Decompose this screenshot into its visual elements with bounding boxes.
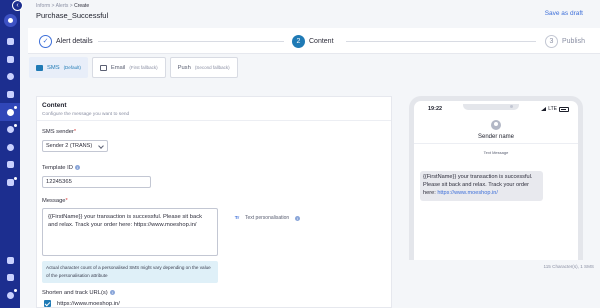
content-subtitle: Configure the message you want to send (42, 112, 130, 117)
sender-avatar-icon (491, 120, 501, 130)
page-title: Purchase_Successful (36, 11, 109, 20)
save-as-draft-button[interactable]: Save as draft (545, 10, 583, 17)
divider (37, 120, 391, 121)
message-type: Text Message (483, 150, 509, 155)
template-id-input[interactable]: 12245365 (42, 176, 151, 188)
text-personalisation-button[interactable]: Tr Text personalisation i (233, 214, 301, 222)
sidebar-collapse-icon[interactable]: ‹ (12, 0, 23, 11)
segment-icon[interactable] (0, 68, 20, 86)
tab-note: (Default) (63, 65, 81, 70)
step-number: 2 (292, 34, 305, 48)
tab-label: Email (110, 64, 126, 71)
message-label-text: Message (42, 198, 66, 204)
tab-note: (First fallback) (129, 65, 158, 70)
message-bubble: {{FirstName}} your transaction is succes… (420, 171, 543, 201)
shorten-track-label-text: Shorten and track URL(s) (42, 290, 108, 297)
integrations-icon[interactable] (0, 251, 20, 269)
signal-icon (541, 107, 547, 111)
sms-sender-label-text: SMS sender (42, 129, 74, 135)
track-url-row: https://www.moeshop.in/ (44, 300, 120, 307)
step-publish[interactable]: 3 Publish (545, 28, 585, 54)
sidebar (0, 0, 20, 308)
step-content[interactable]: 2 Content (292, 28, 334, 54)
breadcrumb: Inform > Alerts > Create (36, 3, 90, 9)
template-id-label: Template ID i (42, 165, 80, 171)
template-id-label-text: Template ID (42, 165, 73, 172)
sender-name: Sender name (477, 134, 515, 140)
character-count: 115 Character(s), 1 SMS (543, 264, 594, 269)
message-label: Message* (42, 198, 68, 204)
tab-sms[interactable]: SMS (Default) (29, 57, 88, 78)
sms-sender-select[interactable]: Sender 2 (TRANS) (42, 140, 108, 152)
step-alert-details[interactable]: ✓ Alert details (39, 28, 93, 54)
tab-email[interactable]: Email (First fallback) (91, 57, 166, 78)
sms-sender-label: SMS sender* (42, 129, 77, 135)
battery-icon (559, 106, 569, 112)
content-title: Content (42, 102, 67, 109)
step-label: Publish (562, 37, 585, 45)
app-logo[interactable] (3, 14, 17, 27)
check-icon: ✓ (39, 34, 52, 48)
phone-time: 19:22 (428, 106, 443, 112)
step-label: Alert details (56, 37, 93, 45)
track-url-text: https://www.moeshop.in/ (57, 300, 120, 307)
breadcrumb-inform[interactable]: Inform (36, 3, 50, 9)
phone-notch (463, 104, 519, 110)
tab-push[interactable]: Push (Second fallback) (169, 57, 448, 160)
tab-label: Push (177, 64, 191, 71)
info-icon[interactable]: i (295, 215, 301, 221)
tab-note: (Second fallback) (194, 65, 230, 70)
step-number: 3 (545, 34, 558, 48)
chevron-down-icon (98, 143, 104, 149)
breadcrumb-current: Create (74, 3, 90, 9)
sms-preview-phone: 19:22 LTE Sender name Text Message {{Fir… (409, 96, 583, 260)
flows-icon[interactable] (0, 174, 20, 192)
message-textarea[interactable]: {{FirstName}} your transaction is succes… (42, 208, 218, 256)
dashboard-icon[interactable] (0, 33, 20, 51)
sms-sender-value: Sender 2 (TRANS) (46, 143, 93, 149)
settings-icon[interactable] (0, 286, 20, 304)
step-connector (98, 41, 284, 42)
sms-icon (36, 64, 43, 71)
phone-status: LTE (541, 106, 569, 112)
stepper: ✓ Alert details 2 Content 3 Publish (28, 28, 600, 54)
character-count-note: Actual character count of a personalised… (42, 261, 218, 283)
code-icon[interactable] (0, 269, 20, 287)
info-icon[interactable]: i (74, 165, 80, 170)
shorten-track-label: Shorten and track URL(s) i (42, 290, 115, 296)
track-url-checkbox[interactable] (44, 300, 51, 307)
text-format-icon: Tr (234, 215, 240, 221)
user-icon[interactable] (0, 121, 20, 139)
network-label: LTE (548, 106, 557, 112)
content-panel: Content Configure the message you want t… (36, 96, 392, 308)
divider (414, 143, 578, 144)
message-bubble-link[interactable]: https://www.moeshop.in/ (437, 190, 498, 196)
campaign-icon[interactable] (0, 86, 20, 104)
inform-icon[interactable] (0, 103, 20, 121)
step-label: Content (309, 37, 334, 45)
info-icon[interactable]: i (109, 290, 115, 295)
personalize-icon[interactable] (0, 139, 20, 157)
personalisation-label: Text personalisation (245, 215, 290, 221)
breadcrumb-alerts[interactable]: Alerts (56, 3, 69, 9)
channel-tabs: SMS (Default) Email (First fallback) Pus… (29, 57, 448, 160)
tab-label: SMS (47, 64, 60, 71)
analytics-icon[interactable] (0, 51, 20, 69)
step-connector (346, 41, 536, 42)
content-icon[interactable] (0, 156, 20, 174)
email-icon (99, 64, 107, 71)
